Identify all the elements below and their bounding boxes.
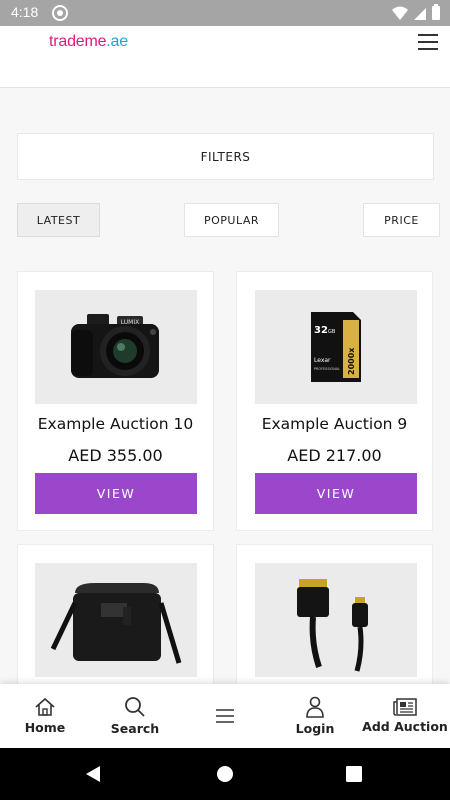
svg-text:32: 32: [314, 325, 328, 336]
bottom-nav: Home Search Login Add Auction: [0, 684, 450, 748]
newspaper-icon: [393, 698, 417, 716]
listing-card[interactable]: LUMIX Example Auction 10 AED 355.00 VIEW: [17, 271, 214, 531]
back-icon[interactable]: [84, 764, 102, 784]
system-nav-bar: [0, 748, 450, 800]
menu-icon: [216, 709, 234, 723]
home-icon: [35, 697, 55, 716]
sync-icon: [52, 5, 68, 21]
nav-menu[interactable]: [180, 684, 270, 748]
nav-login-label: Login: [295, 721, 335, 736]
camera-bag-image: [50, 583, 182, 664]
svg-text:GB: GB: [328, 329, 336, 335]
hdmi-cable-image: [297, 579, 368, 672]
listing-image-bag[interactable]: [35, 563, 197, 677]
listing-image-hdmi-cable[interactable]: [255, 563, 417, 677]
listing-image-sd-card[interactable]: 32 GB Lexar PROFESSIONAL 2000x: [255, 290, 417, 404]
wifi-battery-icon: [392, 4, 440, 20]
nav-search-label: Search: [110, 721, 160, 736]
nav-add-auction[interactable]: Add Auction: [360, 684, 450, 748]
nav-search[interactable]: Search: [90, 684, 180, 748]
status-time: 4:18: [11, 4, 39, 20]
search-icon: [125, 697, 145, 717]
home-circle-icon[interactable]: [216, 765, 234, 783]
svg-text:2000x: 2000x: [347, 347, 356, 375]
listing-card[interactable]: [236, 544, 433, 704]
listing-title: Example Auction 9: [261, 415, 408, 433]
recents-icon[interactable]: [346, 766, 362, 782]
svg-text:Lexar: Lexar: [314, 357, 331, 364]
svg-text:PROFESSIONAL: PROFESSIONAL: [314, 367, 340, 371]
camera-image: LUMIX: [71, 314, 159, 378]
nav-home-label: Home: [24, 720, 66, 735]
listing-title: Example Auction 10: [37, 415, 194, 433]
listing-price: AED 355.00: [68, 446, 163, 465]
listing-image-camera[interactable]: LUMIX: [35, 290, 197, 404]
view-button[interactable]: VIEW: [35, 473, 197, 514]
listing-price: AED 217.00: [287, 446, 382, 465]
user-icon: [306, 696, 324, 718]
status-bar: 4:18: [0, 0, 450, 26]
sort-price-button[interactable]: PRICE: [363, 203, 440, 237]
nav-home[interactable]: Home: [0, 684, 90, 748]
sort-popular-button[interactable]: POPULAR: [184, 203, 279, 237]
sd-card-image: 32 GB Lexar PROFESSIONAL 2000x: [311, 312, 361, 382]
sort-latest-button[interactable]: LATEST: [17, 203, 100, 237]
app-header: trademe.ae: [0, 26, 450, 88]
site-logo[interactable]: trademe.ae: [49, 33, 128, 51]
listing-card[interactable]: [17, 544, 214, 704]
filters-button[interactable]: FILTERS: [17, 133, 434, 180]
nav-login[interactable]: Login: [270, 684, 360, 748]
menu-icon[interactable]: [418, 34, 438, 50]
nav-add-auction-label: Add Auction: [362, 719, 448, 734]
view-button[interactable]: VIEW: [255, 473, 417, 514]
listing-card[interactable]: 32 GB Lexar PROFESSIONAL 2000x Example A…: [236, 271, 433, 531]
